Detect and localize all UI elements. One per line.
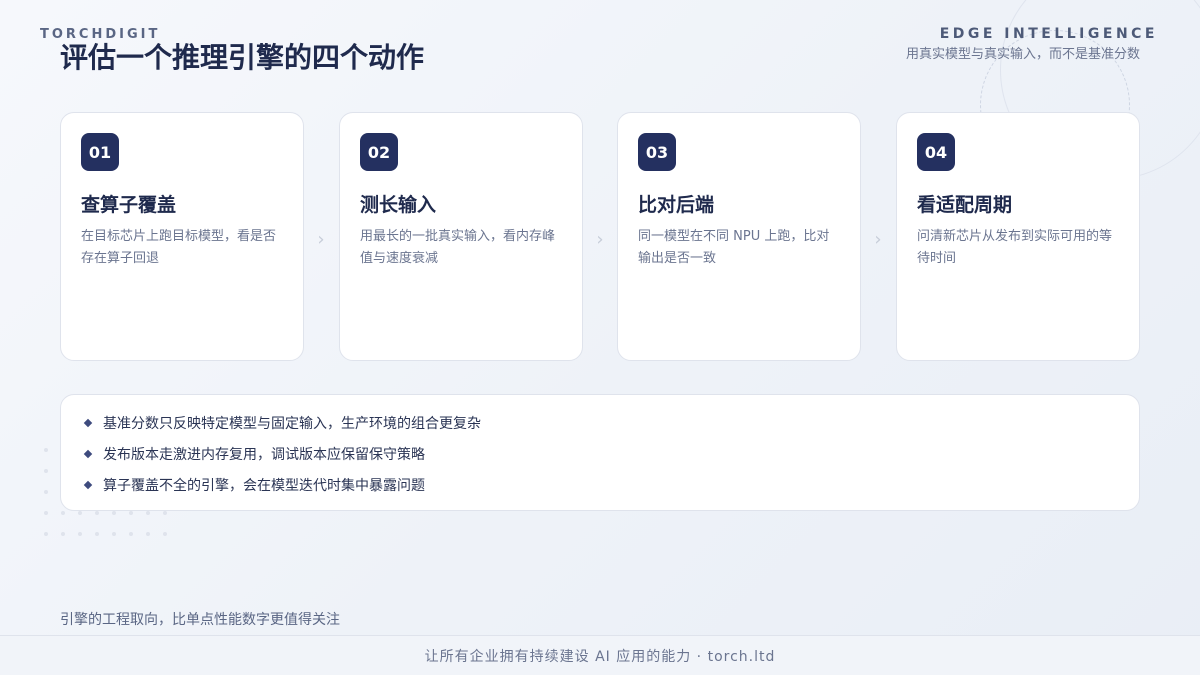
diamond-bullet-icon — [83, 480, 93, 489]
list-item: 算子覆盖不全的引擎，会在模型迭代时集中暴露问题 — [83, 469, 1119, 500]
step-number-badge: 03 — [638, 133, 676, 171]
step-title: 看适配周期 — [917, 194, 1013, 216]
chevron-right-icon: › — [874, 229, 882, 250]
step-card-2: 02 测长输入 用最长的一批真实输入，看内存峰值与速度衰减 — [339, 112, 583, 361]
footer-bar: 让所有企业拥有持续建设 AI 应用的能力 · torch.ltd — [0, 635, 1200, 675]
step-number-badge: 01 — [81, 133, 119, 171]
note-text: 基准分数只反映特定模型与固定输入，生产环境的组合更复杂 — [103, 415, 481, 432]
page-title: 评估一个推理引擎的四个动作 — [60, 41, 425, 74]
step-title: 测长输入 — [360, 194, 437, 216]
footer-tagline: 让所有企业拥有持续建设 AI 应用的能力 · torch.ltd — [424, 648, 776, 665]
diamond-bullet-icon — [83, 449, 93, 458]
step-description: 在目标芯片上跑目标模型，看是否存在算子回退 — [81, 229, 277, 266]
diamond-bullet-icon — [83, 418, 93, 427]
step-description: 问清新芯片从发布到实际可用的等待时间 — [917, 229, 1113, 266]
note-text: 算子覆盖不全的引擎，会在模型迭代时集中暴露问题 — [103, 477, 425, 494]
step-number-badge: 04 — [917, 133, 955, 171]
list-item: 发布版本走激进内存复用，调试版本应保留保守策略 — [83, 438, 1119, 469]
step-title: 查算子覆盖 — [81, 194, 177, 216]
step-description: 同一模型在不同 NPU 上跑，比对输出是否一致 — [638, 229, 830, 266]
page-subtitle: 用真实模型与真实输入，而不是基准分数 — [905, 47, 1140, 62]
footer-note: 引擎的工程取向，比单点性能数字更值得关注 — [60, 612, 340, 628]
step-card-4: 04 看适配周期 问清新芯片从发布到实际可用的等待时间 — [896, 112, 1140, 361]
step-card-1: 01 查算子覆盖 在目标芯片上跑目标模型，看是否存在算子回退 — [60, 112, 304, 361]
step-description: 用最长的一批真实输入，看内存峰值与速度衰减 — [360, 229, 556, 266]
notes-panel: 基准分数只反映特定模型与固定输入，生产环境的组合更复杂 发布版本走激进内存复用，… — [60, 394, 1140, 511]
note-text: 发布版本走激进内存复用，调试版本应保留保守策略 — [103, 446, 425, 463]
chevron-right-icon: › — [596, 229, 604, 250]
step-title: 比对后端 — [638, 194, 715, 216]
chevron-right-icon: › — [317, 229, 325, 250]
step-card-3: 03 比对后端 同一模型在不同 NPU 上跑，比对输出是否一致 — [617, 112, 861, 361]
step-number-badge: 02 — [360, 133, 398, 171]
list-item: 基准分数只反映特定模型与固定输入，生产环境的组合更复杂 — [83, 407, 1119, 438]
topic-label: EDGE INTELLIGENCE — [939, 26, 1158, 42]
